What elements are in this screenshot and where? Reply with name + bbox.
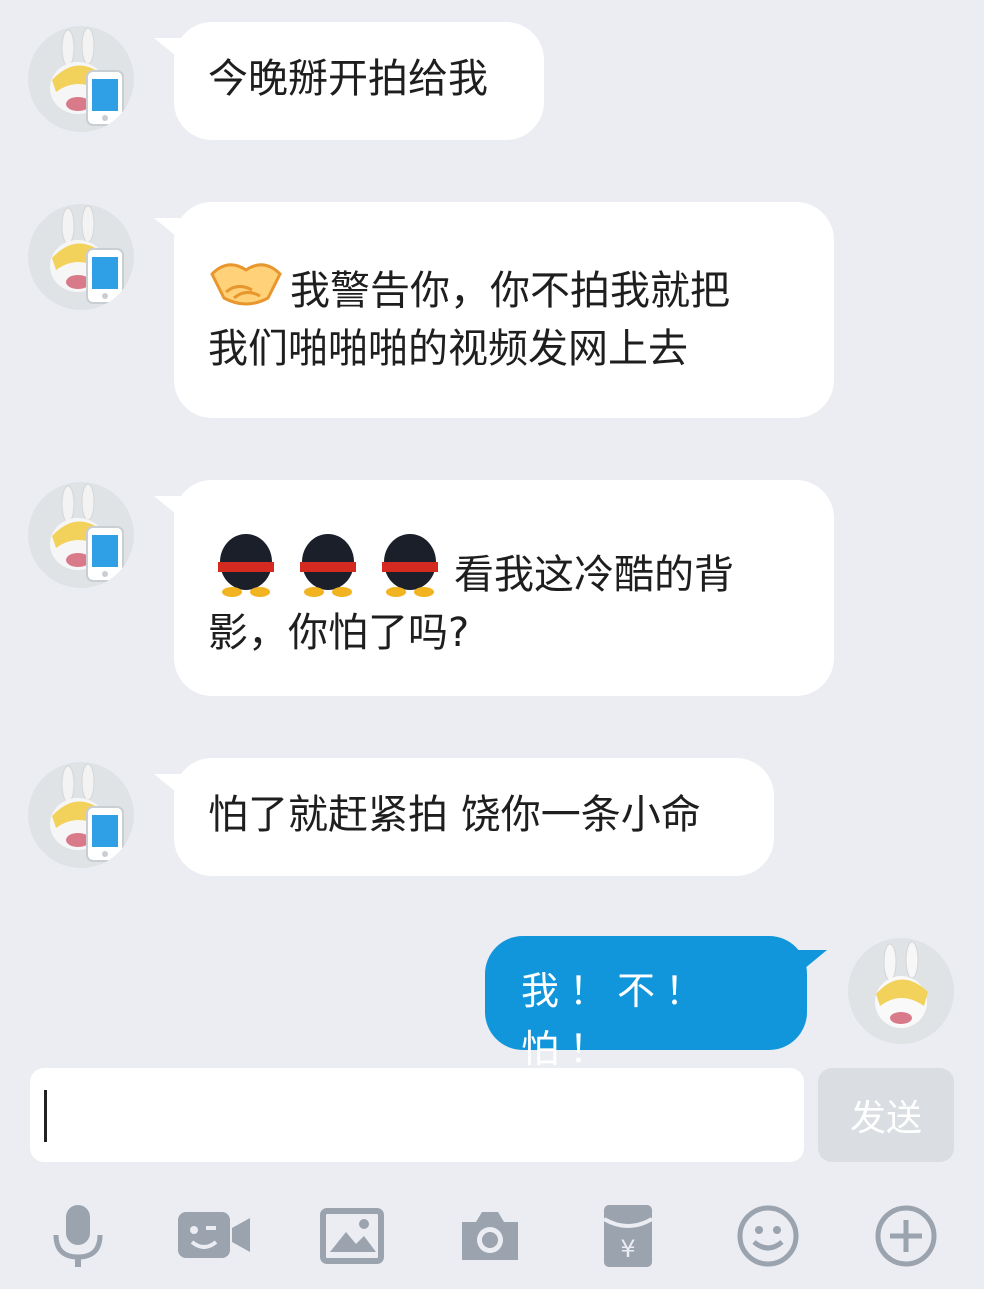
bubble-tail bbox=[154, 774, 188, 802]
message-line: 影，你怕了吗? bbox=[208, 604, 800, 662]
bubble-tail bbox=[154, 218, 188, 246]
penguin-back-icon bbox=[300, 534, 356, 597]
penguin-back-icon bbox=[218, 534, 274, 597]
received-message-bubble[interactable]: 我警告你，你不拍我就把 我们啪啪啪的视频发网上去 bbox=[154, 202, 834, 418]
message-text: 我！不！怕！ bbox=[521, 969, 714, 1071]
message-text: 影，你怕了吗? bbox=[208, 610, 470, 656]
message-text: 我们啪啪啪的视频发网上去 bbox=[208, 326, 688, 372]
svg-text:¥: ¥ bbox=[620, 1235, 635, 1263]
red-packet-icon[interactable]: ¥ bbox=[588, 1196, 668, 1276]
rabbid-avatar-icon bbox=[875, 941, 928, 1028]
received-message-bubble[interactable]: 今晚掰开拍给我 bbox=[154, 22, 544, 140]
sent-message-bubble[interactable]: 我！不！怕！ bbox=[485, 936, 827, 1071]
bubble-tail bbox=[793, 950, 827, 978]
text-caret bbox=[44, 1090, 47, 1142]
penguin-back-icon bbox=[382, 534, 438, 597]
handshake-emoji-icon bbox=[210, 263, 282, 306]
contact-avatar[interactable] bbox=[28, 482, 134, 588]
mobile-online-icon bbox=[86, 70, 124, 126]
message-line: 我们啪啪啪的视频发网上去 bbox=[208, 320, 800, 378]
self-avatar[interactable] bbox=[848, 938, 954, 1044]
message-line: 我警告你，你不拍我就把 bbox=[208, 252, 800, 320]
bubble-tail bbox=[154, 38, 188, 66]
mobile-online-icon bbox=[86, 248, 124, 304]
mobile-online-icon bbox=[86, 526, 124, 582]
emoji-face-icon[interactable] bbox=[728, 1196, 808, 1276]
bubble-tail bbox=[154, 496, 188, 524]
mobile-online-icon bbox=[86, 806, 124, 862]
image-icon[interactable] bbox=[312, 1196, 392, 1276]
received-message-bubble[interactable]: 怕了就赶紧拍 饶你一条小命 bbox=[154, 758, 774, 876]
bottom-toolbar: ¥ bbox=[0, 1190, 984, 1280]
contact-avatar[interactable] bbox=[28, 762, 134, 868]
camera-icon[interactable] bbox=[450, 1196, 530, 1276]
message-text: 怕了就赶紧拍 饶你一条小命 bbox=[208, 792, 701, 838]
message-line: 看我这冷酷的背 bbox=[208, 528, 800, 604]
microphone-icon[interactable] bbox=[38, 1196, 118, 1276]
send-button[interactable]: 发送 bbox=[818, 1068, 954, 1162]
video-chat-icon[interactable] bbox=[174, 1196, 254, 1276]
message-input-field[interactable] bbox=[30, 1068, 804, 1162]
plus-icon[interactable] bbox=[866, 1196, 946, 1276]
contact-avatar[interactable] bbox=[28, 204, 134, 310]
message-text: 我警告你，你不拍我就把 bbox=[290, 268, 730, 314]
received-message-bubble[interactable]: 看我这冷酷的背 影，你怕了吗? bbox=[154, 480, 834, 696]
message-text: 看我这冷酷的背 bbox=[454, 552, 734, 598]
contact-avatar[interactable] bbox=[28, 26, 134, 132]
message-text: 今晚掰开拍给我 bbox=[208, 56, 488, 102]
